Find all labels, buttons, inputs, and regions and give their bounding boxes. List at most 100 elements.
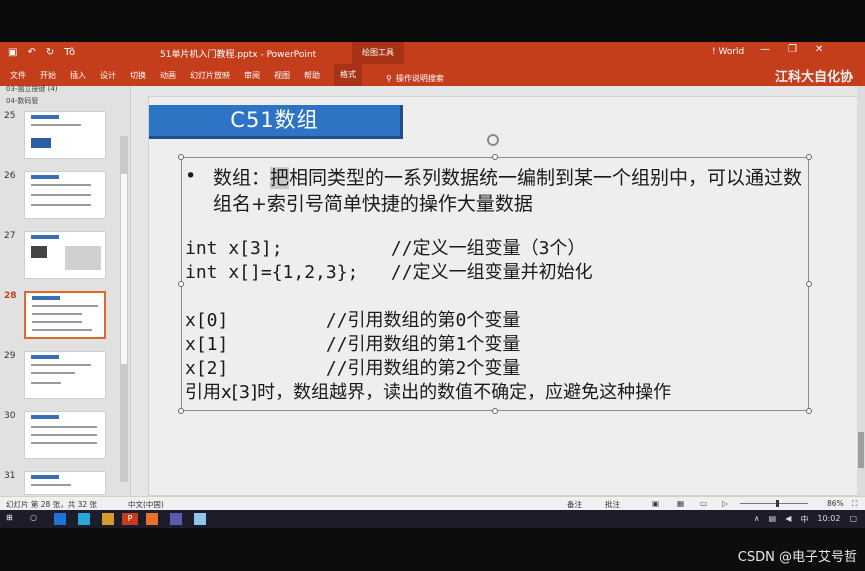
- thumbnail-item[interactable]: 25: [0, 111, 120, 167]
- fit-to-window-icon[interactable]: ⛶: [852, 499, 857, 509]
- slide-scroll-thumb[interactable]: [858, 432, 864, 468]
- window-controls: — ❐ ✕: [760, 44, 823, 55]
- slide-number: 27: [4, 231, 16, 241]
- clock[interactable]: 10:02: [817, 514, 840, 525]
- bullet-marker: •: [185, 165, 197, 187]
- comments-button[interactable]: 批注: [605, 499, 620, 510]
- slide-number: 28: [4, 291, 17, 301]
- slide-thumbnail[interactable]: [24, 351, 106, 399]
- folder-icon[interactable]: [102, 513, 114, 525]
- resize-handle[interactable]: [178, 281, 184, 287]
- search-icon[interactable]: ○: [30, 513, 42, 525]
- slide-thumbnail-current[interactable]: [24, 291, 106, 339]
- thumbnail-item[interactable]: 29: [0, 351, 120, 407]
- restore-button[interactable]: ❐: [788, 44, 797, 55]
- section-header-prev[interactable]: 03-独立按键 (4): [6, 84, 58, 94]
- tab-slideshow[interactable]: 幻灯片放映: [190, 70, 230, 86]
- tab-insert[interactable]: 插入: [70, 70, 86, 86]
- account-name[interactable]: ! World: [712, 47, 744, 57]
- tell-me-label: 操作说明搜索: [395, 73, 444, 83]
- code-line: x[0] //引用数组的第0个变量: [185, 310, 521, 331]
- zoom-slider[interactable]: [740, 503, 808, 504]
- slide-thumbnail[interactable]: [24, 411, 106, 459]
- document-title: 51单片机入门教程.pptx - PowerPoint: [160, 50, 317, 60]
- language-indicator[interactable]: 中文(中国): [128, 499, 164, 510]
- volume-icon[interactable]: ◀: [785, 514, 791, 525]
- system-tray: ∧ ▤ ◀ 中 10:02 ▢: [754, 514, 857, 525]
- ime-indicator[interactable]: 中: [800, 514, 808, 525]
- slide-thumbnail[interactable]: [24, 171, 106, 219]
- screen-bottom-border: [0, 528, 865, 571]
- resize-handle[interactable]: [806, 154, 812, 160]
- bullet-paragraph: 数组：把相同类型的一系列数据统一编制到某一个组别中，可以通过数组名+索引号简单快…: [213, 165, 813, 217]
- slideshow-icon[interactable]: ▷: [722, 499, 728, 508]
- windows-taskbar: ⊞ ○ P ∧ ▤ ◀ 中 10:02 ▢: [0, 510, 865, 528]
- slide-number: 31: [4, 471, 16, 481]
- resize-handle[interactable]: [178, 408, 184, 414]
- resize-handle[interactable]: [178, 154, 184, 160]
- text-selection-highlight: 把: [270, 167, 290, 189]
- slide-number: 29: [4, 351, 16, 361]
- para-lead: 数组：: [213, 167, 271, 189]
- reading-view-icon[interactable]: ▭: [700, 499, 707, 508]
- quick-access-toolbar: ▣ ↶ ↻ Tõ: [8, 46, 75, 60]
- slide-thumbnail[interactable]: [24, 111, 106, 159]
- thumbnails-scroll-thumb[interactable]: [121, 174, 127, 364]
- thumbnail-item[interactable]: 27: [0, 231, 120, 287]
- app-icon[interactable]: [146, 513, 158, 525]
- para-body: 相同类型的一系列数据统一编制到某一个组别中，可以通过数组名+索引号简单快捷的操作…: [213, 167, 803, 215]
- close-button[interactable]: ✕: [815, 44, 823, 55]
- thumbnail-item[interactable]: 26: [0, 171, 120, 227]
- edge-icon[interactable]: [54, 513, 66, 525]
- slide-canvas[interactable]: C51数组 • 数组：把相同类型的一系列数据统一编制到某一个组别中，可以通过数组…: [148, 96, 858, 496]
- app-icon[interactable]: [194, 513, 206, 525]
- tab-view[interactable]: 视图: [274, 70, 290, 86]
- rotate-handle-icon[interactable]: [487, 134, 499, 146]
- notes-button[interactable]: 备注: [567, 499, 582, 510]
- chevron-up-icon[interactable]: ∧: [754, 514, 760, 525]
- notification-icon[interactable]: ▢: [849, 514, 857, 525]
- brand-watermark: 江科大自化协: [774, 70, 853, 85]
- app-icon[interactable]: [170, 513, 182, 525]
- sorter-view-icon[interactable]: ▦: [677, 499, 684, 508]
- app-icon[interactable]: [78, 513, 90, 525]
- tab-design[interactable]: 设计: [100, 70, 116, 86]
- resize-handle[interactable]: [492, 408, 498, 414]
- windows-start-icon[interactable]: ⊞: [6, 513, 18, 525]
- drawing-tools-context: 绘图工具: [352, 42, 404, 64]
- slide-editor: C51数组 • 数组：把相同类型的一系列数据统一编制到某一个组别中，可以通过数组…: [131, 86, 865, 496]
- slide-thumbnails-pane: 03-独立按键 (4) 04-数码管 25 26 27 28 29 30 31: [0, 84, 131, 496]
- redo-icon[interactable]: ↻: [46, 46, 54, 60]
- section-header-current[interactable]: 04-数码管: [6, 96, 38, 106]
- minimize-button[interactable]: —: [760, 44, 770, 55]
- normal-view-icon[interactable]: ▣: [652, 499, 659, 508]
- tab-review[interactable]: 审阅: [244, 70, 260, 86]
- tab-transitions[interactable]: 切换: [130, 70, 146, 86]
- ribbon-tabs-bar: 文件 开始 插入 设计 切换 动画 幻灯片放映 审阅 视图 帮助 格式 ⚲ 操作…: [0, 64, 865, 86]
- thumbnail-item[interactable]: 28: [0, 291, 120, 347]
- thumbnail-item[interactable]: 30: [0, 411, 120, 467]
- powerpoint-window: ▣ ↶ ↻ Tõ 51单片机入门教程.pptx - PowerPoint 绘图工…: [0, 42, 865, 528]
- font-icon[interactable]: Tõ: [64, 46, 75, 60]
- resize-handle[interactable]: [806, 281, 812, 287]
- tab-animations[interactable]: 动画: [160, 70, 176, 86]
- zoom-level[interactable]: 86%: [827, 499, 844, 508]
- slide-title[interactable]: C51数组: [149, 105, 403, 139]
- csdn-watermark: CSDN @电子艾号哲: [737, 550, 857, 565]
- code-line: int x[]={1,2,3}; //定义一组变量并初始化: [185, 262, 593, 283]
- undo-icon[interactable]: ↶: [27, 46, 35, 60]
- slide-thumbnail[interactable]: [24, 231, 106, 279]
- network-icon[interactable]: ▤: [769, 514, 777, 525]
- resize-handle[interactable]: [492, 154, 498, 160]
- slide-counter: 幻灯片 第 28 张，共 32 张: [6, 500, 98, 509]
- slide-thumbnail[interactable]: [24, 471, 106, 495]
- tab-format[interactable]: 格式: [334, 64, 362, 86]
- zoom-slider-knob[interactable]: [776, 500, 779, 507]
- tab-help[interactable]: 帮助: [304, 70, 320, 86]
- powerpoint-icon[interactable]: P: [122, 513, 138, 525]
- tell-me-search[interactable]: ⚲ 操作说明搜索: [386, 70, 444, 86]
- slide-scrollbar[interactable]: [857, 86, 865, 496]
- code-line: x[1] //引用数组的第1个变量: [185, 334, 521, 355]
- resize-handle[interactable]: [806, 408, 812, 414]
- save-icon[interactable]: ▣: [8, 46, 17, 60]
